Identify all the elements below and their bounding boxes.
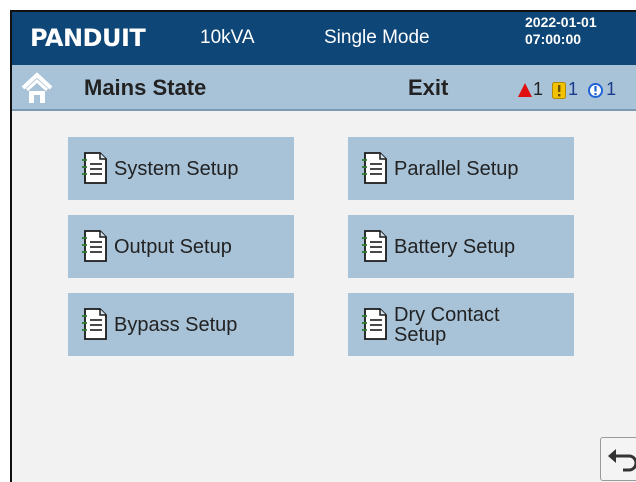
home-icon (21, 72, 53, 103)
menu-item-label: System Setup (114, 157, 239, 180)
document-icon (362, 308, 387, 340)
menu-item-label: Output Setup (114, 235, 232, 258)
back-button[interactable] (600, 437, 636, 481)
document-icon (82, 152, 107, 184)
top-status-bar: PANDUIT 10kVA Single Mode 2022-01-01 07:… (12, 12, 636, 65)
back-arrow-icon (608, 449, 636, 472)
output-setup-button[interactable]: Output Setup (68, 215, 294, 278)
date-text: 2022-01-01 (525, 14, 597, 30)
info-alarm-icon (588, 82, 604, 98)
critical-alarm-count: 1 (533, 79, 544, 99)
menu-item-label: Dry Contact Setup (394, 303, 500, 346)
warning-alarm-icon (552, 81, 567, 99)
datetime-display: 2022-01-01 07:00:00 (525, 14, 597, 48)
critical-alarm-icon (518, 83, 532, 98)
menu-item-label: Parallel Setup (394, 157, 519, 180)
battery-setup-button[interactable]: Battery Setup (348, 215, 574, 278)
document-icon (362, 230, 387, 262)
warning-alarm-count: 1 (568, 79, 579, 99)
time-text: 07:00:00 (525, 31, 582, 47)
mains-state-label: Mains State (84, 75, 207, 100)
brand-logo: PANDUIT (30, 24, 146, 52)
document-icon (82, 230, 107, 262)
capacity-label: 10kVA (200, 27, 255, 48)
bypass-setup-button[interactable]: Bypass Setup (68, 293, 294, 356)
exit-button[interactable]: Exit (408, 76, 448, 100)
menu-item-label: Battery Setup (394, 235, 516, 258)
navigation-bar: Mains State Exit 1 1 1 (12, 65, 636, 111)
dry-contact-setup-button[interactable]: Dry Contact Setup (348, 293, 574, 356)
ups-screen: PANDUIT 10kVA Single Mode 2022-01-01 07:… (10, 10, 636, 482)
parallel-setup-button[interactable]: Parallel Setup (348, 137, 574, 200)
info-alarm-count: 1 (606, 79, 617, 99)
document-icon (362, 152, 387, 184)
operating-mode-label: Single Mode (324, 27, 430, 48)
document-icon (82, 308, 107, 340)
system-setup-button[interactable]: System Setup (68, 137, 294, 200)
home-button[interactable] (20, 71, 54, 105)
menu-item-label: Bypass Setup (114, 313, 238, 336)
alarm-summary[interactable]: 1 1 1 (517, 77, 616, 101)
